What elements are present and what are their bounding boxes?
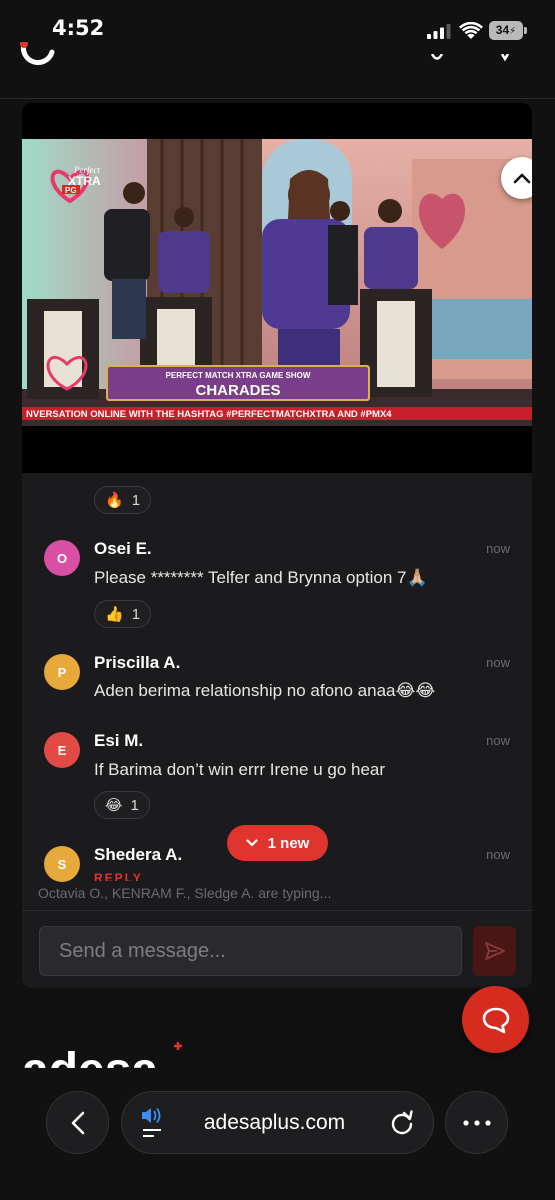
battery-level: 34 <box>495 23 510 37</box>
chevron-left-icon <box>71 1111 84 1134</box>
reply-link[interactable]: REPLY <box>94 871 143 881</box>
reaction-pill[interactable]: 🔥 1 <box>94 486 152 514</box>
battery-tip <box>524 27 527 34</box>
rating-badge: PG <box>65 186 77 195</box>
reaction-pill[interactable]: 👍 1 <box>94 600 152 628</box>
svg-text:adesa: adesa <box>22 1044 158 1070</box>
reaction-count: 1 <box>130 796 139 814</box>
message-text: Please ******** Telfer and Brynna option… <box>94 568 428 587</box>
site-logo-icon[interactable] <box>20 42 60 72</box>
site-header <box>0 42 555 99</box>
message-author[interactable]: Esi M. <box>94 731 143 751</box>
video-frame[interactable]: Perfect XTRA PG PERFECT MATCH XTRA GAME … <box>22 139 532 426</box>
avatar-initial: E <box>57 742 67 758</box>
menu-icon[interactable] <box>498 54 512 62</box>
thumbs-up-emoji: 👍 <box>105 606 124 623</box>
laughing-emoji: 😂 <box>105 797 123 814</box>
avatar: S <box>44 846 80 882</box>
live-stream-card: Perfect XTRA PG PERFECT MATCH XTRA GAME … <box>22 103 532 988</box>
reaction-pill[interactable]: 😂 1 <box>94 791 150 819</box>
battery-indicator: 34⚡ <box>489 21 523 40</box>
address-bar[interactable]: adesaplus.com <box>121 1091 434 1154</box>
video-player[interactable]: Perfect XTRA PG PERFECT MATCH XTRA GAME … <box>22 103 532 473</box>
url-text: adesaplus.com <box>203 1111 346 1134</box>
new-messages-button[interactable]: 1 new <box>227 825 328 861</box>
reaction-count: 1 <box>131 491 141 509</box>
chat-fab-button[interactable] <box>462 986 529 1053</box>
cellular-signal-icon <box>427 24 451 39</box>
lower-third-title: CHARADES <box>195 382 280 399</box>
reload-icon[interactable] <box>389 1110 415 1136</box>
typing-indicator: Octavia O., KENRAM F., Sledge A. are typ… <box>38 885 332 901</box>
send-button[interactable] <box>473 926 516 976</box>
wifi-icon <box>459 22 483 39</box>
message-text: Aden berima relationship no afono anaa😂😂 <box>94 681 436 700</box>
avatar-initial: P <box>57 664 67 680</box>
reply-label: REPLY <box>94 871 143 881</box>
ellipsis-icon <box>462 1119 491 1126</box>
avatar: P <box>44 654 80 690</box>
message-author[interactable]: Shedera A. <box>94 845 182 865</box>
message-timestamp: now <box>486 655 510 670</box>
message-input[interactable] <box>39 926 462 976</box>
reaction-count: 1 <box>131 605 141 623</box>
user-icon[interactable] <box>430 54 444 62</box>
video-still-image: Perfect XTRA PG PERFECT MATCH XTRA GAME … <box>22 139 532 426</box>
message-author[interactable]: Osei E. <box>94 539 152 559</box>
chevron-down-icon <box>246 839 258 847</box>
message-timestamp: now <box>486 847 510 862</box>
chevron-up-icon <box>513 173 531 184</box>
message-text: If Barima don’t win errr Irene u go hear <box>94 760 386 779</box>
send-icon <box>484 942 505 960</box>
lower-third-kicker: PERFECT MATCH XTRA GAME SHOW <box>166 371 311 380</box>
status-time: 4:52 <box>52 16 105 40</box>
news-ticker: NVERSATION ONLINE WITH THE HASHTAG #PERF… <box>26 409 392 420</box>
avatar-initial: S <box>57 856 67 872</box>
divider <box>22 910 532 911</box>
chat-bubble-icon <box>482 1007 509 1033</box>
message-timestamp: now <box>486 541 510 556</box>
chat-message-list[interactable]: 🔥 1 O Osei E. now Please ******** Telfer… <box>22 473 532 883</box>
back-button[interactable] <box>46 1091 109 1154</box>
avatar-initial: O <box>56 550 68 566</box>
message-author[interactable]: Priscilla A. <box>94 653 180 673</box>
message-timestamp: now <box>486 733 510 748</box>
avatar: O <box>44 540 80 576</box>
more-options-button[interactable] <box>445 1091 508 1154</box>
avatar: E <box>44 732 80 768</box>
footer-logo-icon: adesa <box>22 1042 182 1070</box>
new-messages-label: 1 new <box>267 834 310 852</box>
fire-emoji: 🔥 <box>105 492 124 509</box>
